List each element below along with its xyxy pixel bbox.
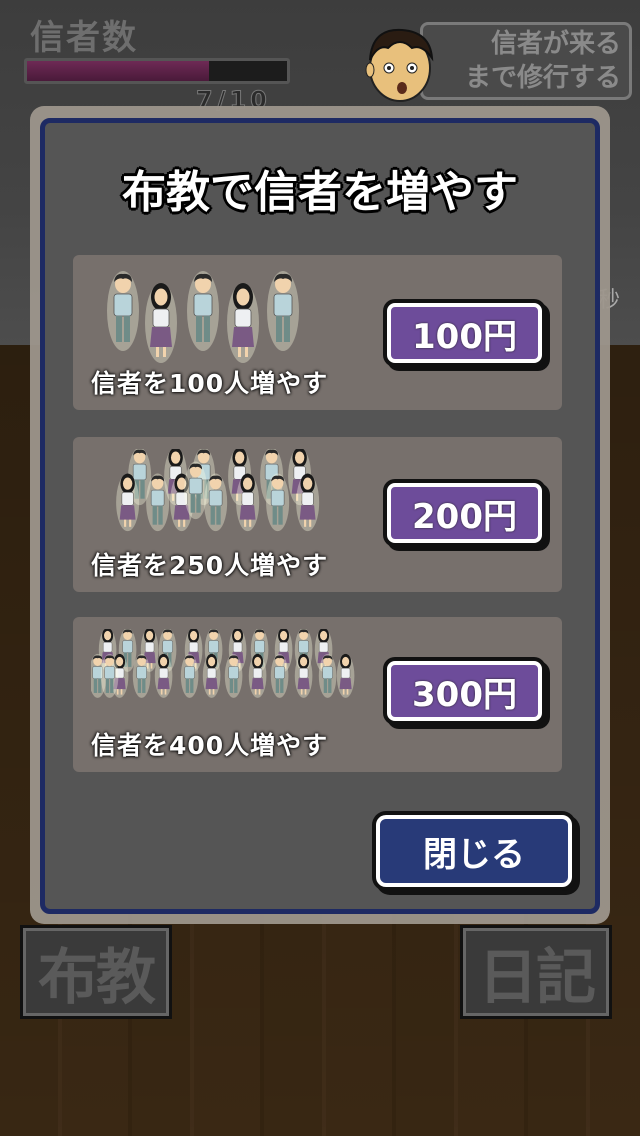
option-label: 信者を250人増やす [91, 551, 329, 580]
follower-figure [187, 271, 219, 351]
follower-figure [227, 283, 259, 363]
follower-figure [248, 653, 267, 698]
follower-figure [296, 473, 320, 532]
follower-figure [294, 653, 313, 698]
diary-button[interactable]: 日記 [460, 925, 612, 1019]
wait-button-line1: 信者が来る [490, 29, 621, 59]
wait-button-line2: まで修行する [464, 63, 621, 93]
follower-progress-fill [27, 61, 209, 81]
buy-100-button[interactable]: 100円 [387, 303, 542, 363]
followers-illustration [116, 449, 320, 532]
option-label: 信者を400人増やす [91, 731, 329, 760]
train-until-followers-button[interactable]: 信者が来る まで修行する [420, 22, 632, 100]
buy-300-button[interactable]: 300円 [387, 661, 542, 721]
option-card-250: 信者を250人増やす 200円 [73, 437, 562, 592]
follower-figure [184, 461, 208, 520]
follower-figure [107, 271, 139, 351]
follower-figure [202, 653, 221, 698]
follower-figure [180, 653, 199, 698]
proselytize-button[interactable]: 布教 [20, 925, 172, 1019]
modal-title: 布教で信者を増やす [122, 167, 518, 218]
follower-figure [336, 653, 355, 698]
close-button[interactable]: 閉じる [376, 815, 572, 887]
follower-figure [224, 653, 243, 698]
follower-figure [236, 473, 260, 532]
followers-illustration [107, 271, 299, 363]
buy-200-button[interactable]: 200円 [387, 483, 542, 543]
follower-figure [132, 653, 151, 698]
follower-figure [318, 653, 337, 698]
follower-figure [266, 473, 290, 532]
followers-illustration [91, 629, 355, 698]
follower-figure [116, 473, 140, 532]
follower-figure [204, 473, 228, 532]
follower-figure [267, 271, 299, 351]
follower-figure [270, 653, 289, 698]
follower-figure [154, 653, 173, 698]
option-label: 信者を100人増やす [91, 369, 329, 398]
follower-figure [100, 653, 119, 698]
option-card-400: 信者を400人増やす 300円 [73, 617, 562, 772]
leader-face-icon [365, 28, 434, 102]
follower-progress-bar [24, 58, 290, 84]
follower-count-title: 信者数 [30, 18, 138, 58]
follower-figure [145, 283, 177, 363]
follower-figure [146, 473, 170, 532]
option-card-100: 信者を100人増やす 100円 [73, 255, 562, 410]
